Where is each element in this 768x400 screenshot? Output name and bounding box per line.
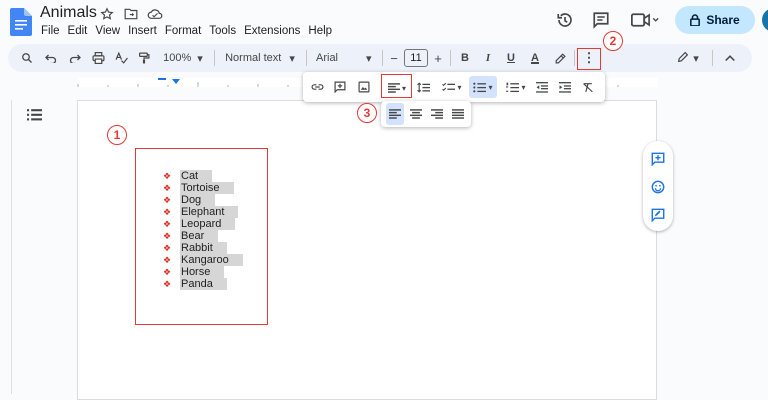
font-size-input[interactable]: 11	[404, 49, 428, 67]
checklist-icon[interactable]: ▾	[438, 76, 466, 98]
dropdown-arrow-icon: ▾	[693, 52, 699, 65]
avatar[interactable]	[762, 8, 768, 32]
italic-button[interactable]: I	[481, 44, 495, 72]
docs-logo-icon[interactable]	[10, 8, 32, 36]
add-comment-icon[interactable]	[649, 148, 667, 170]
pencil-icon	[677, 51, 689, 66]
paint-format-icon[interactable]	[135, 44, 153, 72]
editing-mode-select[interactable]: ▾	[674, 44, 702, 72]
font-select[interactable]: Arial ▾	[316, 44, 376, 72]
title-actions	[98, 6, 164, 22]
annotation-box-list	[135, 148, 268, 325]
dropdown-arrow-icon: ▾	[197, 52, 203, 65]
toolbar-divider	[712, 50, 713, 66]
annotation-badge: 1	[107, 125, 127, 145]
justify-icon[interactable]	[449, 103, 467, 125]
decrease-font-size-button[interactable]: −	[388, 44, 400, 72]
bold-button[interactable]: B	[458, 44, 472, 72]
star-icon[interactable]	[98, 6, 116, 22]
align-left-icon[interactable]	[386, 103, 404, 125]
menu-extensions[interactable]: Extensions	[240, 25, 304, 37]
add-comment-icon[interactable]	[331, 76, 349, 98]
toolbar-divider	[306, 50, 307, 66]
insert-image-icon[interactable]	[355, 76, 373, 98]
toolbar-divider	[214, 50, 215, 66]
document-title[interactable]: Animals	[40, 4, 97, 22]
spellcheck-icon[interactable]	[112, 44, 130, 72]
toolbar-divider	[450, 50, 451, 66]
toolbar-divider	[574, 50, 575, 66]
align-center-icon[interactable]	[407, 103, 425, 125]
share-button[interactable]: Share	[675, 6, 755, 34]
menu-edit[interactable]: Edit	[64, 25, 92, 37]
paragraph-style-value: Normal text	[225, 52, 282, 64]
dropdown-arrow-icon: ▾	[366, 52, 372, 65]
highlight-color-icon[interactable]	[552, 44, 568, 72]
menu-file[interactable]: File	[37, 25, 64, 37]
font-value: Arial	[316, 52, 339, 64]
bulleted-list-icon[interactable]: ▾	[469, 76, 497, 98]
menu-tools[interactable]: Tools	[205, 25, 240, 37]
menu-insert[interactable]: Insert	[124, 25, 161, 37]
version-history-icon[interactable]	[554, 10, 576, 30]
annotation-box-align	[381, 74, 412, 98]
underline-button[interactable]: U	[504, 44, 518, 72]
decrease-indent-icon[interactable]	[533, 76, 551, 98]
menu-format[interactable]: Format	[161, 25, 205, 37]
move-folder-icon[interactable]	[122, 6, 140, 22]
toolbar-divider	[382, 50, 383, 66]
insert-link-icon[interactable]	[308, 76, 326, 98]
search-menus-icon[interactable]	[18, 44, 36, 72]
first-line-indent-marker	[158, 78, 166, 80]
print-icon[interactable]	[89, 44, 107, 72]
document-outline-icon[interactable]	[26, 108, 42, 122]
annotation-badge: 3	[357, 103, 377, 123]
clear-formatting-icon[interactable]	[579, 76, 597, 98]
menu-view[interactable]: View	[91, 25, 124, 37]
suggest-edits-icon[interactable]	[649, 204, 667, 226]
cloud-status-icon[interactable]	[146, 6, 164, 22]
vertical-ruler[interactable]	[0, 100, 12, 394]
collapse-menus-icon[interactable]	[722, 44, 738, 72]
dropdown-arrow-icon: ▾	[521, 82, 526, 92]
dropdown-arrow-icon: ▾	[289, 52, 295, 65]
comments-icon[interactable]	[590, 10, 612, 30]
annotation-box-more	[577, 48, 601, 70]
annotation-badge: 2	[603, 31, 623, 51]
menu-bar: File Edit View Insert Format Tools Exten…	[37, 25, 336, 37]
redo-icon[interactable]	[66, 44, 84, 72]
share-label: Share	[706, 13, 740, 27]
lock-icon	[690, 14, 701, 26]
zoom-value: 100%	[163, 52, 192, 64]
undo-icon[interactable]	[42, 44, 60, 72]
dropdown-arrow-icon: ▾	[457, 82, 462, 92]
zoom-select[interactable]: 100% ▾	[160, 44, 206, 72]
numbered-list-icon[interactable]: ▾	[502, 76, 530, 98]
text-color-button[interactable]: A	[528, 44, 542, 72]
line-spacing-icon[interactable]	[414, 76, 432, 98]
dropdown-arrow-icon: ▾	[488, 82, 493, 92]
increase-font-size-button[interactable]: +	[432, 44, 444, 72]
emoji-reaction-icon[interactable]	[649, 176, 667, 198]
meet-camera-icon[interactable]	[630, 10, 660, 30]
menu-help[interactable]: Help	[304, 25, 336, 37]
increase-indent-icon[interactable]	[556, 76, 574, 98]
paragraph-style-select[interactable]: Normal text ▾	[222, 44, 298, 72]
align-right-icon[interactable]	[428, 103, 446, 125]
